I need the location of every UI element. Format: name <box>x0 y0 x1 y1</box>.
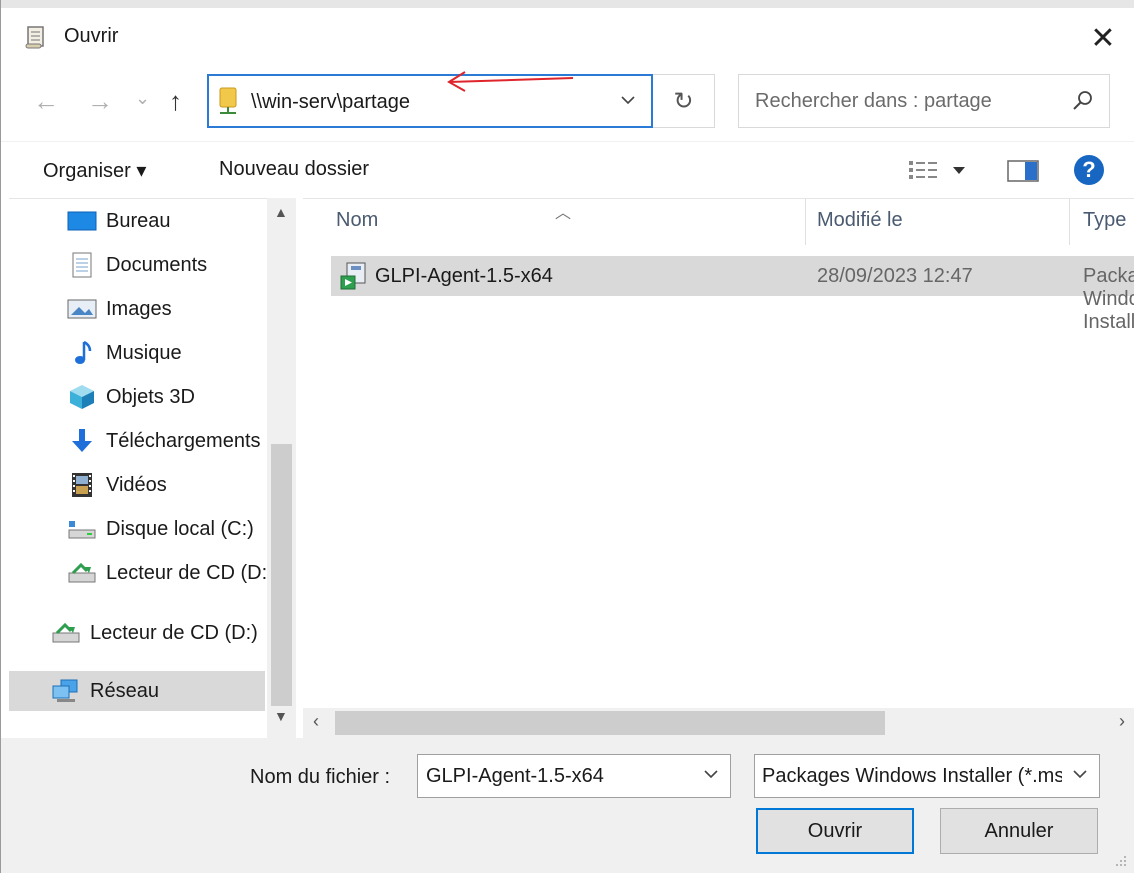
sidebar-item-label: Images <box>106 297 172 320</box>
help-glyph: ? <box>1082 157 1096 182</box>
sort-ascending-icon: ︿ <box>555 205 572 222</box>
sidebar-item-label: Réseau <box>90 679 159 702</box>
file-type-select[interactable]: Packages Windows Installer (*.msi) <box>754 754 1100 798</box>
table-row[interactable]: GLPI-Agent-1.5-x64 28/09/2023 12:47 Pack… <box>331 256 1134 333</box>
sidebar-item-label: Lecteur de CD (D:) <box>106 561 267 584</box>
msi-package-icon <box>340 262 366 290</box>
organise-menu-button[interactable]: Organiser ▾ <box>43 158 146 183</box>
filename-value[interactable]: GLPI-Agent-1.5-x64 <box>426 765 604 788</box>
sidebar-item-label: Musique <box>106 341 182 364</box>
file-name: GLPI-Agent-1.5-x64 <box>375 265 553 287</box>
open-file-dialog: Ouvrir ✕ ← → ⌄ ↑ \\win-serv\partage ↻ Re… <box>0 0 1134 873</box>
new-folder-button[interactable]: Nouveau dossier <box>219 158 369 181</box>
cd-drive-icon <box>51 619 81 647</box>
close-button[interactable]: ✕ <box>1079 18 1127 58</box>
scrollbar-thumb[interactable] <box>335 711 885 735</box>
cd-drive-icon <box>67 559 97 587</box>
resize-grip-icon[interactable] <box>1109 854 1129 870</box>
sidebar-item-musique[interactable]: Musique <box>67 333 182 373</box>
title-bar: Ouvrir ✕ <box>1 8 1134 64</box>
scrollbar-thumb[interactable] <box>271 444 292 706</box>
search-icon <box>1073 91 1092 110</box>
up-arrow-icon[interactable]: ↑ <box>169 86 182 117</box>
preview-pane-icon[interactable] <box>1007 160 1039 182</box>
sidebar-item-label: Lecteur de CD (D:) <box>90 621 258 644</box>
filename-input[interactable]: GLPI-Agent-1.5-x64 <box>417 754 731 798</box>
sidebar-item-telechargements[interactable]: Téléchargements <box>67 421 261 461</box>
search-box[interactable]: Rechercher dans : partage <box>738 74 1110 128</box>
address-path: \\win-serv\partage <box>251 91 410 113</box>
sidebar-item-label: Documents <box>106 253 208 276</box>
network-share-icon <box>219 87 237 114</box>
footer-panel: Nom du fichier : GLPI-Agent-1.5-x64 Pack… <box>1 738 1134 873</box>
file-list-horizontal-scrollbar[interactable]: ‹ › <box>303 708 1134 738</box>
network-icon <box>51 677 81 705</box>
address-bar[interactable]: \\win-serv\partage <box>207 74 653 128</box>
sidebar-item-disque-local[interactable]: Disque local (C:) <box>67 509 267 549</box>
videos-icon <box>67 471 97 499</box>
scroll-right-icon[interactable]: › <box>1119 711 1125 732</box>
sidebar-item-lecteur-cd[interactable]: Lecteur de CD (D:) <box>67 553 267 593</box>
music-icon <box>67 339 97 367</box>
pictures-icon <box>67 295 97 323</box>
sidebar-item-reseau[interactable]: Réseau <box>9 671 265 711</box>
3d-objects-icon <box>67 383 97 411</box>
cancel-button[interactable]: Annuler <box>940 808 1098 854</box>
back-arrow-icon[interactable]: ← <box>33 86 59 117</box>
window-top-strip <box>1 0 1134 8</box>
sidebar-item-label: Disque local (C:) <box>106 517 254 540</box>
navigation-pane: Bureau Documents Images Musique Objets 3… <box>9 198 296 738</box>
sidebar-item-documents[interactable]: Documents <box>67 245 207 285</box>
refresh-button[interactable]: ↻ <box>653 74 715 128</box>
forward-arrow-icon[interactable]: → <box>87 86 113 117</box>
sidebar-item-objets-3d[interactable]: Objets 3D <box>67 377 195 417</box>
help-icon[interactable]: ? <box>1074 155 1104 185</box>
sidebar-item-videos[interactable]: Vidéos <box>67 465 167 505</box>
column-header-modified[interactable]: Modifié le <box>817 209 903 232</box>
sidebar-item-label: Vidéos <box>106 473 167 496</box>
file-modified: 28/09/2023 12:47 <box>817 265 973 287</box>
column-header-name[interactable]: Nom <box>336 209 378 232</box>
chevron-down-icon[interactable] <box>619 91 637 109</box>
open-button-label: Ouvrir <box>807 819 863 842</box>
sidebar-item-images[interactable]: Images <box>67 289 172 329</box>
column-divider[interactable] <box>805 199 806 245</box>
column-header-type[interactable]: Type <box>1083 209 1126 232</box>
file-list: ︿ Nom Modifié le Type GLPI-Agent-1.5-x64… <box>303 198 1134 708</box>
navigation-vertical-scrollbar[interactable]: ▲ ▼ <box>267 198 296 738</box>
close-icon: ✕ <box>1090 21 1116 55</box>
column-divider[interactable] <box>1069 199 1070 245</box>
scroll-up-icon[interactable]: ▲ <box>274 204 288 220</box>
command-toolbar: Organiser ▾ Nouveau dossier ? <box>1 141 1134 197</box>
file-type-value: Packages Windows Installer (*.msi) <box>762 765 1062 787</box>
documents-icon <box>67 251 97 279</box>
sidebar-item-label: Téléchargements <box>106 429 261 452</box>
local-disk-icon <box>67 515 97 543</box>
file-type: Package Windows Installer <box>1083 265 1134 333</box>
view-options-icon[interactable] <box>907 158 971 182</box>
downloads-icon <box>67 427 97 455</box>
desktop-icon <box>67 207 97 235</box>
refresh-icon: ↻ <box>673 87 694 115</box>
scroll-down-icon[interactable]: ▼ <box>274 708 288 724</box>
sidebar-item-label: Objets 3D <box>106 385 195 408</box>
search-input[interactable]: Rechercher dans : partage <box>755 90 992 113</box>
recent-locations-icon[interactable]: ⌄ <box>135 88 150 109</box>
cancel-button-label: Annuler <box>984 819 1054 842</box>
window-title: Ouvrir <box>64 25 119 47</box>
sidebar-item-label: Bureau <box>106 209 171 232</box>
filename-label: Nom du fichier : <box>250 766 391 788</box>
red-arrow-annotation <box>447 71 574 92</box>
chevron-down-icon[interactable] <box>1071 765 1089 783</box>
chevron-down-icon[interactable] <box>702 765 720 783</box>
sidebar-item-bureau[interactable]: Bureau <box>67 201 171 241</box>
scroll-icon <box>25 26 44 49</box>
sidebar-item-lecteur-cd-root[interactable]: Lecteur de CD (D:) <box>51 613 267 653</box>
open-button[interactable]: Ouvrir <box>756 808 914 854</box>
scroll-left-icon[interactable]: ‹ <box>313 711 319 732</box>
